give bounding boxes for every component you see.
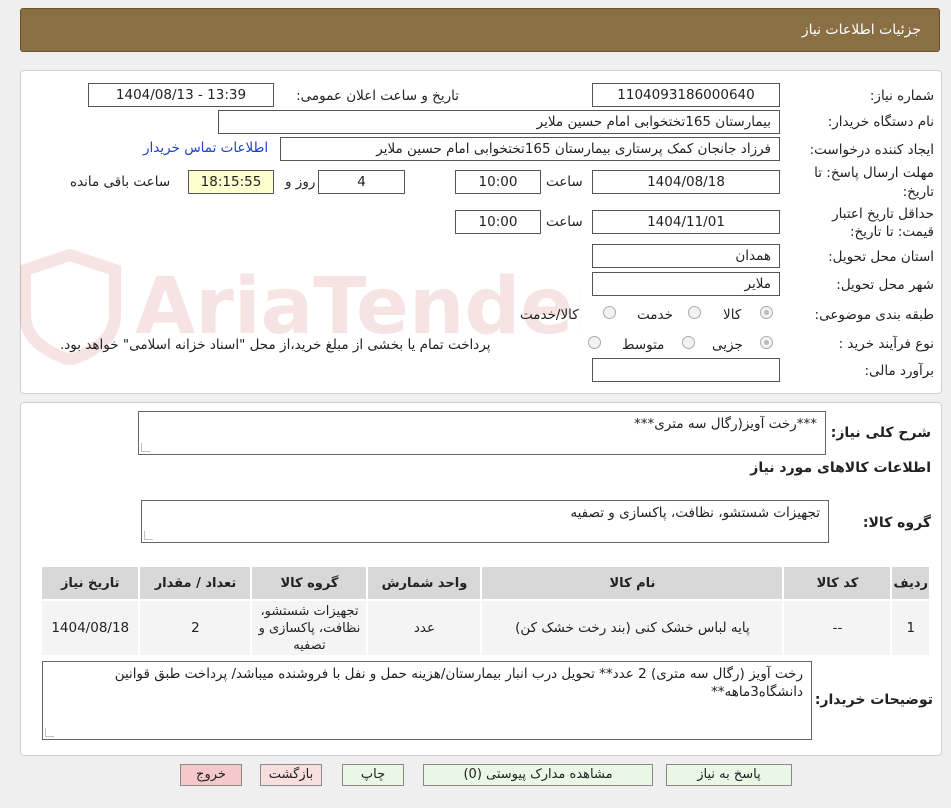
cell-quantity: 2 — [138, 599, 253, 657]
process-radio-minor[interactable] — [760, 336, 773, 349]
category-radio-goods[interactable] — [760, 306, 773, 319]
goods-info-title: اطلاعات کالاهای مورد نیاز — [750, 460, 931, 476]
category-option-goods-service: کالا/خدمت — [520, 307, 579, 323]
table-row: 1 -- پایه لباس خشک کنی (بند رخت خشک کن) … — [39, 599, 931, 657]
deadline-time-field[interactable]: 10:00 — [455, 170, 541, 194]
cell-goods-group: تجهیزات شستشو، نظافت، پاکسازی و تصفیه — [250, 599, 369, 657]
cell-goods-code: -- — [782, 599, 893, 657]
category-label: طبقه بندی موضوعی: — [814, 307, 934, 323]
exit-button[interactable]: خروج — [180, 764, 242, 786]
process-radio-medium[interactable] — [682, 336, 695, 349]
category-option-goods: کالا — [723, 307, 742, 323]
col-row-number: ردیف — [890, 565, 931, 601]
remaining-time-label: ساعت باقی مانده — [70, 174, 171, 190]
col-goods-group: گروه کالا — [250, 565, 369, 601]
deadline-label-2: تاریخ: — [902, 184, 934, 200]
goods-group-label: گروه کالا: — [862, 515, 931, 531]
buyer-notes-field[interactable]: رخت آویز (رگال سه متری) 2 عدد** تحویل در… — [42, 661, 812, 740]
col-unit: واحد شمارش — [366, 565, 483, 601]
announce-field[interactable]: 1404/08/13 - 13:39 — [88, 83, 274, 107]
print-button[interactable]: چاپ — [342, 764, 404, 786]
cell-need-date: 1404/08/18 — [39, 599, 141, 657]
need-number-field[interactable]: 1104093186000640 — [592, 83, 780, 107]
city-field[interactable]: ملایر — [592, 272, 780, 296]
city-label: شهر محل تحویل: — [836, 277, 934, 293]
need-summary-field[interactable]: ***رخت آویز(رگال سه متری*** — [138, 411, 826, 455]
buyer-org-label: نام دستگاه خریدار: — [827, 114, 934, 130]
treasury-payment-note: پرداخت تمام یا بخشی از مبلغ خرید،از محل … — [60, 337, 491, 353]
col-goods-code: کد کالا — [782, 565, 893, 601]
category-radio-service[interactable] — [688, 306, 701, 319]
validity-time-label: ساعت — [546, 214, 583, 230]
remaining-time-field: 18:15:55 — [188, 170, 274, 194]
need-summary-text: ***رخت آویز(رگال سه متری*** — [634, 416, 817, 432]
buyer-contact-link[interactable]: اطلاعات تماس خریدار — [143, 140, 268, 156]
category-radio-goods-service[interactable] — [603, 306, 616, 319]
reply-button[interactable]: پاسخ به نیاز — [666, 764, 792, 786]
creator-label: ایجاد کننده درخواست: — [809, 142, 934, 158]
buyer-notes-text: رخت آویز (رگال سه متری) 2 عدد** تحویل در… — [114, 666, 803, 700]
goods-group-text: تجهیزات شستشو، نظافت، پاکسازی و تصفیه — [570, 505, 820, 521]
estimate-label: برآورد مالی: — [864, 363, 934, 379]
estimate-field[interactable] — [592, 358, 780, 382]
col-goods-name: نام کالا — [480, 565, 785, 601]
process-option-medium: متوسط — [622, 337, 665, 353]
resize-grip[interactable] — [45, 728, 54, 737]
validity-date-field[interactable]: 1404/11/01 — [592, 210, 780, 234]
validity-label-2: قیمت: تا تاریخ: — [850, 224, 934, 240]
days-label: روز و — [285, 174, 316, 190]
page-title: جزئيات اطلاعات نياز — [801, 22, 921, 38]
creator-field[interactable]: فرزاد جانجان کمک پرستاری بیمارستان 165تخ… — [280, 137, 780, 161]
resize-grip[interactable] — [144, 531, 153, 540]
validity-time-field[interactable]: 10:00 — [455, 210, 541, 234]
goods-table-header-row: ردیف کد کالا نام کالا واحد شمارش گروه کا… — [39, 565, 931, 601]
category-option-service: خدمت — [637, 307, 673, 323]
goods-table: ردیف کد کالا نام کالا واحد شمارش گروه کا… — [39, 565, 931, 657]
deadline-label-1: مهلت ارسال پاسخ: تا — [814, 165, 934, 181]
need-number-label: شماره نیاز: — [869, 88, 934, 104]
col-quantity: تعداد / مقدار — [138, 565, 253, 601]
cell-row-number: 1 — [890, 599, 931, 657]
treasury-payment-checkbox[interactable] — [588, 336, 601, 349]
process-label: نوع فرآیند خرید : — [838, 336, 934, 352]
announce-label: تاریخ و ساعت اعلان عمومی: — [296, 88, 459, 104]
cell-goods-name: پایه لباس خشک کنی (بند رخت خشک کن) — [480, 599, 785, 657]
resize-grip[interactable] — [141, 443, 150, 452]
validity-label-1: حداقل تاریخ اعتبار — [832, 206, 934, 222]
cell-unit: عدد — [366, 599, 483, 657]
province-field[interactable]: همدان — [592, 244, 780, 268]
buyer-notes-label: توضیحات خریدار: — [814, 692, 933, 708]
goods-group-field[interactable]: تجهیزات شستشو، نظافت، پاکسازی و تصفیه — [141, 500, 829, 543]
province-label: استان محل تحویل: — [828, 249, 934, 265]
col-need-date: تاریخ نیاز — [39, 565, 141, 601]
process-option-minor: جزیی — [712, 337, 743, 353]
deadline-date-field[interactable]: 1404/08/18 — [592, 170, 780, 194]
view-attachments-button[interactable]: مشاهده مدارک پیوستی (0) — [423, 764, 653, 786]
back-button[interactable]: بازگشت — [260, 764, 322, 786]
days-remaining-field[interactable]: 4 — [318, 170, 405, 194]
page-header: جزئيات اطلاعات نياز — [20, 8, 940, 52]
need-summary-label: شرح کلی نیاز: — [830, 425, 931, 441]
deadline-time-label: ساعت — [546, 174, 583, 190]
buyer-org-field[interactable]: بیمارستان 165تختخوابی امام حسین ملایر — [218, 110, 780, 134]
